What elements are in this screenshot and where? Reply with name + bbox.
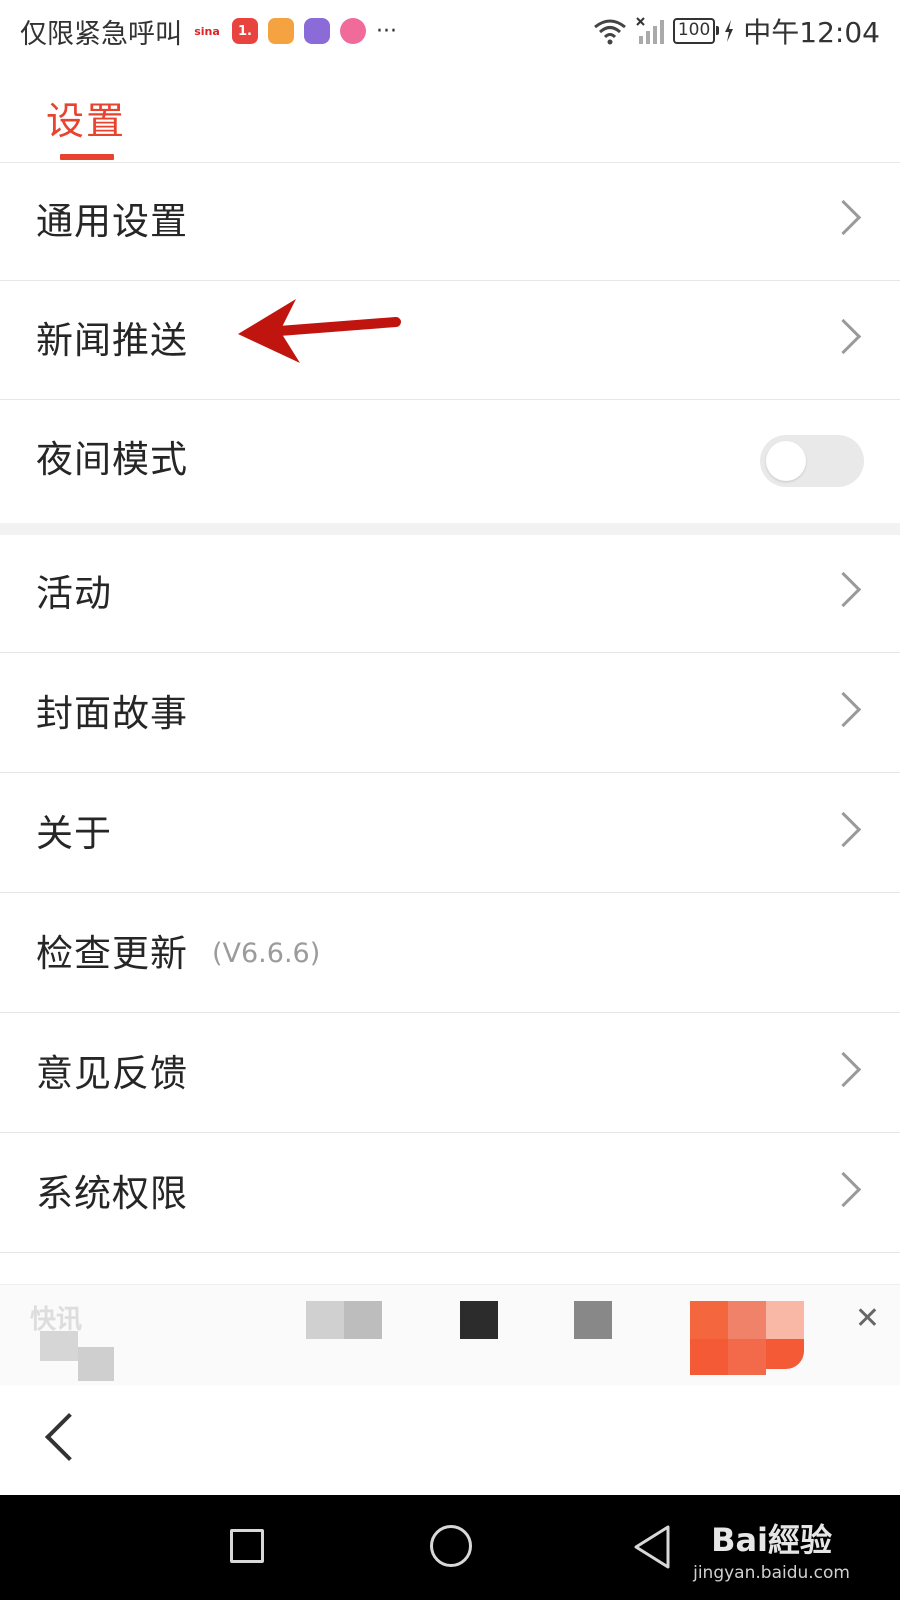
version-label: (V6.6.6) [212,938,321,969]
charging-icon [725,20,734,42]
settings-row-cover-story[interactable]: 封面故事 [0,655,900,773]
chevron-right-icon [825,571,862,608]
browser-icon [304,18,330,44]
recents-icon[interactable] [230,1529,264,1563]
header: 设置 [0,62,900,163]
status-right: 100 中午12:04 [593,11,880,51]
settings-row-label: 系统权限 [36,1172,188,1215]
sina-icon: sina [192,18,222,44]
back-nav-icon[interactable] [630,1523,674,1571]
bottom-toolbar [0,1385,900,1495]
ad-mosaic [690,1339,728,1375]
settings-row-push[interactable]: 新闻推送 [0,282,900,400]
settings-row-general[interactable]: 通用设置 [0,163,900,281]
ad-mosaic [728,1301,766,1339]
settings-row-permissions[interactable]: 系统权限 [0,1135,900,1253]
settings-row-about[interactable]: 关于 [0,775,900,893]
page-title: 设置 [46,99,127,143]
settings-row-check-update[interactable]: 检查更新 (V6.6.6) [0,895,900,1013]
chevron-right-icon [825,1051,862,1088]
settings-row-label: 通用设置 [36,200,188,243]
settings-row-label: 检查更新 [36,932,188,975]
home-icon[interactable] [430,1525,472,1567]
ad-mosaic [766,1301,804,1339]
ad-mosaic [690,1301,728,1339]
ad-banner[interactable]: 快讯 ✕ [0,1284,900,1386]
section-divider [0,523,900,535]
settings-row-label: 夜间模式 [36,438,188,481]
settings-row-feedback[interactable]: 意见反馈 [0,1015,900,1133]
chevron-right-icon [825,811,862,848]
chevron-right-icon [825,691,862,728]
settings-row-label: 活动 [36,572,112,615]
chevron-right-icon [825,199,862,236]
settings-row-label: 封面故事 [36,692,188,735]
status-left: 仅限紧急呼叫 sina 1. ··· [20,12,397,51]
status-bar: 仅限紧急呼叫 sina 1. ··· 100 中午12:04 [0,0,900,62]
weibo-icon [268,18,294,44]
settings-row-label: 新闻推送 [36,319,188,362]
ad-mosaic [728,1339,766,1375]
ad-mosaic [344,1301,382,1339]
close-icon[interactable]: ✕ [855,1301,880,1336]
emergency-only-text: 仅限紧急呼叫 [20,18,182,50]
settings-row-night-mode: 夜间模式 [0,401,900,519]
ad-mosaic [574,1301,612,1339]
app-1-icon: 1. [232,18,258,44]
ad-mosaic [306,1301,344,1339]
back-icon[interactable] [44,1412,94,1462]
baidu-watermark: Bai經验 jingyan.baidu.com [693,1515,850,1583]
title-underline [60,154,114,160]
settings-row-label: 意见反馈 [36,1052,188,1095]
wifi-icon [593,19,626,45]
ad-mosaic [40,1331,78,1361]
clock: 中午12:04 [743,16,880,49]
ad-mosaic [460,1301,498,1339]
battery-indicator: 100 [672,18,720,44]
ad-mosaic [78,1347,114,1381]
chevron-right-icon [825,1171,862,1208]
settings-row-activity[interactable]: 活动 [0,535,900,653]
no-signal-icon [636,17,664,44]
watermark-url: jingyan.baidu.com [693,1563,850,1583]
more-notifications-icon: ··· [376,18,397,44]
toggle-knob [766,441,806,481]
watermark-brand: Bai經验 [711,1521,833,1559]
system-nav-bar: Bai經验 jingyan.baidu.com [0,1495,900,1600]
chat-icon [340,18,366,44]
settings-row-label: 关于 [36,812,112,855]
annotation-arrow-icon [238,299,401,363]
night-mode-toggle[interactable] [760,435,864,487]
chevron-right-icon [825,318,862,355]
ad-mosaic [766,1339,804,1369]
